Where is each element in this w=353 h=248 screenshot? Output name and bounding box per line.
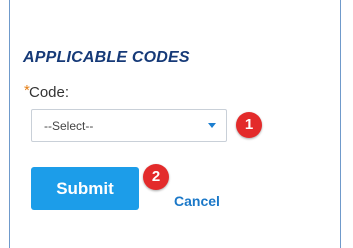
page-canvas: APPLICABLE CODES * Code: --Select-- 1 Su… [0,0,353,248]
chevron-down-icon [208,123,216,128]
cancel-link[interactable]: Cancel [174,193,220,209]
submit-button[interactable]: Submit [31,167,139,210]
callout-badge-1: 1 [236,112,262,138]
code-select[interactable]: --Select-- [31,109,227,142]
code-select-value: --Select-- [44,119,94,133]
callout-badge-2: 2 [143,164,169,190]
code-label: Code: [29,84,70,101]
section-title: APPLICABLE CODES [23,49,190,66]
